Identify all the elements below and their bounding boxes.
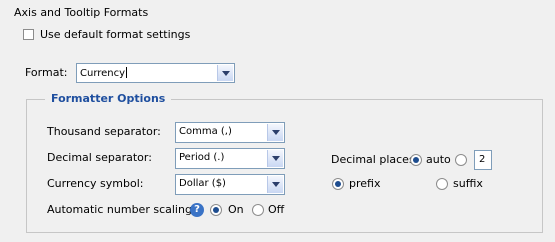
chevron-down-icon[interactable] [267,150,283,167]
decimal-auto-label: auto [426,153,451,166]
text-caret [126,67,128,78]
thousand-separator-value: Comma (,) [179,126,232,137]
scaling-on-radio[interactable] [210,204,222,216]
decimal-custom-radio[interactable] [455,154,467,166]
decimal-places-label: Decimal places: [331,153,419,166]
chevron-down-icon[interactable] [267,124,283,141]
scaling-off-label: Off [268,203,285,216]
currency-symbol-select[interactable]: Dollar ($) [175,174,285,195]
use-default-format-checkbox[interactable] [23,29,34,40]
section-title: Axis and Tooltip Formats [14,6,149,19]
formatter-options-legend: Formatter Options [45,92,172,105]
format-select[interactable]: Currency [76,63,235,83]
format-label: Format: [25,66,68,79]
decimal-separator-value: Period (.) [179,152,225,163]
format-value: Currency [80,67,128,79]
suffix-radio[interactable] [436,178,448,190]
help-icon[interactable]: ? [190,203,204,217]
use-default-format-label: Use default format settings [40,28,191,41]
prefix-radio[interactable] [332,178,344,190]
decimal-separator-select[interactable]: Period (.) [175,148,285,169]
thousand-separator-label: Thousand separator: [47,125,161,138]
decimal-places-input[interactable]: 2 [474,150,492,170]
currency-symbol-value: Dollar ($) [179,178,226,189]
decimal-separator-label: Decimal separator: [47,151,152,164]
suffix-label: suffix [453,177,483,190]
chevron-down-icon[interactable] [217,65,233,81]
scaling-on-label: On [228,203,244,216]
prefix-label: prefix [349,177,381,190]
chevron-down-icon[interactable] [267,176,283,193]
thousand-separator-select[interactable]: Comma (,) [175,122,285,143]
scaling-off-radio[interactable] [252,204,264,216]
decimal-auto-radio[interactable] [410,154,422,166]
currency-symbol-label: Currency symbol: [47,177,144,190]
automatic-scaling-label: Automatic number scaling [47,203,192,216]
